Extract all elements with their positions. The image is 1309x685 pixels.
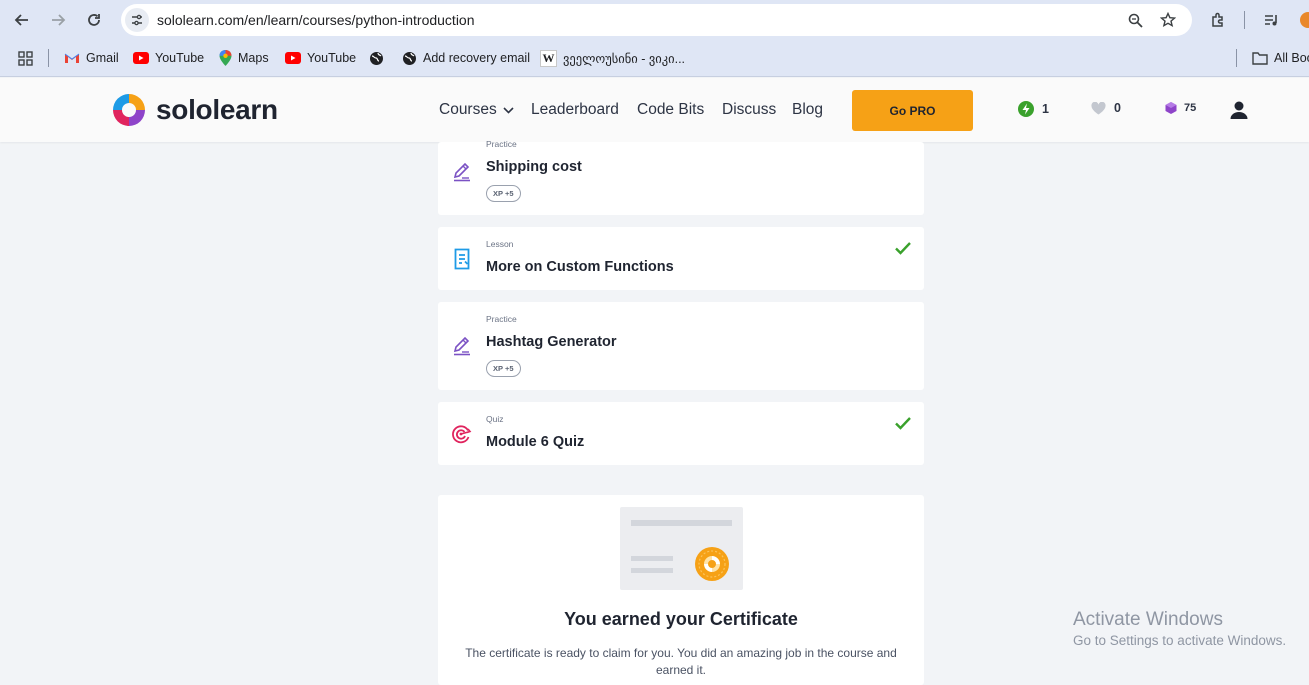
item-title: More on Custom Functions [486,259,674,275]
watermark-title: Activate Windows [1073,609,1223,630]
bookmark-label: Maps [238,51,269,65]
course-item-card[interactable]: Practice Hashtag Generator XP +5 [438,302,924,390]
apps-grid-icon[interactable] [18,49,33,67]
bookmarks-divider [1236,49,1237,67]
bookmark-youtube[interactable]: YouTube [285,49,356,67]
forward-icon[interactable] [46,8,70,32]
heart-icon [1091,101,1106,114]
bookmarks-bar: Gmail YouTube Maps YouTube Add recovery … [0,40,1309,77]
nav-discuss[interactable]: Discuss [722,101,776,119]
watermark-subtitle: Go to Settings to activate Windows. [1073,633,1287,648]
gems-count: 75 [1184,102,1197,114]
course-item-card[interactable]: Practice Shipping cost XP +5 [438,139,924,215]
activate-windows-watermark: Activate Windows Go to Settings to activ… [1073,609,1286,648]
bookmark-youtube[interactable]: YouTube [133,49,204,67]
go-pro-button[interactable]: Go PRO [852,90,973,131]
nav-courses[interactable]: Courses [439,101,514,119]
practice-pencil-icon [453,162,470,182]
certificate-card: You earned your Certificate The certific… [438,495,924,685]
streak-count: 1 [1042,102,1049,116]
bookmarks-divider [48,49,49,67]
gems-counter[interactable]: 75 [1164,101,1196,115]
browser-toolbar: sololearn.com/en/learn/courses/python-in… [0,0,1309,40]
bookmark-gmail[interactable]: Gmail [64,49,119,67]
wikipedia-icon: W [540,49,557,67]
sololearn-logo-icon [113,94,145,126]
lightning-icon [1018,101,1034,117]
chevron-down-icon [503,106,514,114]
reload-icon[interactable] [82,8,106,32]
youtube-icon [285,52,301,64]
site-info-icon[interactable] [125,8,149,32]
user-profile-icon[interactable] [1229,100,1249,125]
item-type-label: Practice [486,139,517,149]
maps-pin-icon [219,50,232,66]
gmail-icon [64,53,80,63]
lesson-document-icon [454,248,470,270]
site-header: sololearn Courses Leaderboard Code Bits … [0,78,1309,142]
bookmark-label: All Boo [1274,51,1309,65]
practice-pencil-icon [453,336,470,356]
completed-check-icon [895,417,911,430]
sololearn-logo[interactable]: sololearn [110,91,278,129]
completed-check-icon [895,242,911,255]
toolbar-divider [1244,11,1245,29]
bookmark-wikipedia[interactable]: W ვეელოუსინი - ვიკი... [540,49,685,67]
hearts-count: 0 [1114,101,1121,115]
nav-leaderboard[interactable]: Leaderboard [531,101,619,119]
bookmark-maps[interactable]: Maps [219,49,269,67]
bookmark-star-icon[interactable] [1158,10,1178,30]
nav-code-bits[interactable]: Code Bits [637,101,704,119]
item-type-label: Quiz [486,414,504,424]
media-control-icon[interactable] [1260,8,1284,32]
certificate-illustration [620,507,743,590]
bookmark-label: Gmail [86,51,119,65]
profile-avatar-icon[interactable] [1300,12,1309,28]
certificate-title: You earned your Certificate [564,609,798,629]
youtube-icon [133,52,149,64]
nav-blog[interactable]: Blog [792,101,823,119]
all-bookmarks-folder[interactable]: All Boo [1252,49,1309,67]
certificate-description: The certificate is ready to claim for yo… [465,646,897,677]
bookmark-label: YouTube [307,51,357,65]
nav-courses-label: Courses [439,101,497,118]
bookmark-recovery-email[interactable]: Add recovery email [402,49,530,67]
bookmark-label: ვეელოუსინი - ვიკი... [563,51,686,66]
item-title: Module 6 Quiz [486,434,585,450]
bookmark-label: Add recovery email [423,51,530,65]
item-type-label: Practice [486,314,517,324]
item-type-label: Lesson [486,239,514,249]
item-title: Shipping cost [486,159,582,175]
quiz-target-icon [452,425,472,444]
folder-icon [1252,52,1268,65]
zoom-icon[interactable] [1125,10,1145,30]
address-bar[interactable]: sololearn.com/en/learn/courses/python-in… [121,4,1192,36]
back-icon[interactable] [10,8,34,32]
course-item-card[interactable]: Quiz Module 6 Quiz [438,402,924,465]
xp-badge: XP +5 [486,185,521,202]
hearts-counter[interactable]: 0 [1091,101,1121,115]
logo-text: sololearn [156,94,278,125]
gem-icon [1165,102,1177,114]
xp-badge: XP +5 [486,360,521,377]
globe-icon [403,51,416,65]
bookmark-label: YouTube [155,51,205,65]
extensions-icon[interactable] [1206,8,1230,32]
course-item-card[interactable]: Lesson More on Custom Functions [438,227,924,290]
streak-counter[interactable]: 1 [1018,101,1049,117]
item-title: Hashtag Generator [486,334,617,350]
globe-icon[interactable] [369,49,384,67]
url-text[interactable]: sololearn.com/en/learn/courses/python-in… [157,12,475,28]
